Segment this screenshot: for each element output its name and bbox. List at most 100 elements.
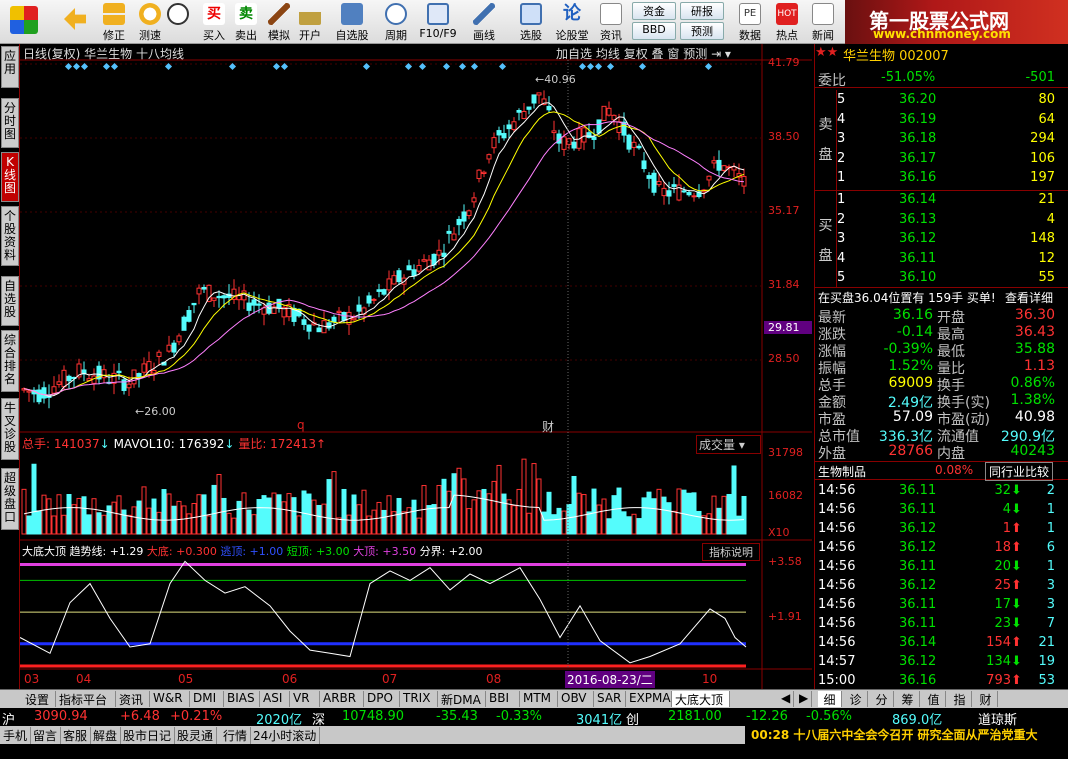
news-ticker[interactable]: 00:28 十八届六中全会今召开 研究全面从严治党重大 (745, 726, 1068, 744)
sell-icon: 卖 (235, 3, 257, 25)
status-item[interactable]: 手机 (0, 727, 32, 744)
tab-kline[interactable]: K线图 (1, 152, 19, 202)
volume-bar (66, 494, 72, 535)
indicator-tab[interactable]: 资讯 (116, 691, 150, 707)
buy-level-row[interactable]: 3 36.12 148 (815, 230, 1068, 249)
overlay-button[interactable]: 叠 (652, 47, 664, 61)
sell-level-row[interactable]: 2 36.17 106 (815, 150, 1068, 169)
detail-tab[interactable]: 财 (974, 691, 998, 707)
clock-button[interactable] (160, 0, 196, 44)
period-button[interactable]: 周期 (376, 0, 416, 44)
indicator-tab[interactable]: MTM (520, 691, 558, 707)
indicator-tab[interactable]: ARBR (320, 691, 364, 707)
indicator-tab[interactable]: 大底大顶 (672, 691, 730, 707)
buy-level-row[interactable]: 1 36.14 21 (815, 191, 1068, 210)
indicator-tab[interactable]: DMI (190, 691, 224, 707)
volume-dropdown[interactable]: 成交量 ▾ (696, 435, 761, 454)
buy-level-row[interactable]: 5 36.10 55 (815, 269, 1068, 288)
detail-tab[interactable]: 筹 (896, 691, 920, 707)
indicator-tab[interactable]: 新DMA (438, 691, 486, 707)
chart-area[interactable]: 日线(复权) 华兰生物 十八均线 加自选 均线 复权 叠 窗 预测 ⇥ ▾ 41… (20, 44, 812, 689)
candle-body (216, 295, 222, 299)
tab-watchlist[interactable]: 自选股 (1, 276, 19, 326)
tab-stock-info[interactable]: 个股资料 (1, 206, 19, 266)
adjust-button[interactable]: 复权 (624, 47, 648, 61)
volume-bar (431, 504, 437, 535)
event-marker-fin[interactable]: 财 (542, 418, 554, 435)
scroll-right-icon[interactable]: ▶ (796, 691, 812, 707)
select-stock-button[interactable]: 选股 (510, 0, 552, 44)
watchlist-button[interactable]: 自选股 (332, 0, 372, 44)
buy-button[interactable]: 买 买入 (200, 0, 228, 44)
sell-level-row[interactable]: 5 36.20 80 (815, 91, 1068, 110)
indicator-tab[interactable]: BBI (486, 691, 520, 707)
ma20-line (23, 121, 745, 396)
status-item[interactable]: 解盘 (90, 727, 122, 744)
status-item[interactable]: 股灵通 (174, 727, 218, 744)
tab-diagnosis[interactable]: 牛叉诊股 (1, 398, 19, 460)
draw-button[interactable]: 画线 (464, 0, 504, 44)
order-notice[interactable]: 在买盘36.04位置有 159手 买单! 查看详细 (815, 287, 1068, 306)
f10-button[interactable]: F10/F9 (418, 0, 458, 44)
report-button[interactable]: 研报 (680, 2, 724, 20)
tab-timeshare[interactable]: 分时图 (1, 98, 19, 148)
candle-body (386, 278, 392, 291)
sell-level-row[interactable]: 3 36.18 294 (815, 130, 1068, 149)
indicator-tab[interactable]: ASI (260, 691, 290, 707)
sell-button[interactable]: 卖 卖出 (232, 0, 260, 44)
buy-level-row[interactable]: 2 36.13 4 (815, 211, 1068, 230)
hot-button[interactable]: HOT 热点 (770, 0, 804, 44)
detail-tab[interactable]: 值 (922, 691, 946, 707)
detail-tab[interactable]: 分 (870, 691, 894, 707)
sell-level-row[interactable]: 4 36.19 64 (815, 111, 1068, 130)
date-axis-label: 08 (486, 672, 502, 686)
forum-button[interactable]: 论 论股堂 (552, 0, 592, 44)
volume-bar (596, 504, 602, 535)
open-account-button[interactable]: 开户 (296, 0, 324, 44)
detail-tab[interactable]: 指 (948, 691, 972, 707)
tab-apps[interactable]: 应用 (1, 46, 19, 88)
indicator-tab[interactable]: 指标平台 (56, 691, 116, 707)
indicator-tab[interactable]: VR (290, 691, 320, 707)
indicator-tab[interactable]: W&R (150, 691, 190, 707)
ma-button[interactable]: 均线 (596, 47, 620, 61)
status-item[interactable]: 客服 (60, 727, 92, 744)
detail-tab[interactable]: 细 (818, 691, 842, 707)
indicator-tab[interactable]: BIAS (224, 691, 260, 707)
fund-button[interactable]: 资金 (632, 2, 676, 20)
news-button[interactable]: 新闻 (806, 0, 840, 44)
brand-url: www.chnmoney.com (873, 27, 1011, 41)
data-button[interactable]: PE 数据 (734, 0, 766, 44)
indicator-tab[interactable]: 设置 (22, 691, 56, 707)
info-button[interactable]: 资讯 (594, 0, 628, 44)
indicator-help-button[interactable]: 指标说明 (702, 543, 760, 561)
forecast-button[interactable]: 预测 (680, 22, 724, 40)
buy-level-row[interactable]: 4 36.11 12 (815, 250, 1068, 269)
indicator-tab[interactable]: EXPMA (626, 691, 672, 707)
detail-tab[interactable]: 诊 (844, 691, 868, 707)
window-button[interactable]: 窗 (667, 47, 679, 61)
sell-level-row[interactable]: 1 36.16 197 (815, 169, 1068, 188)
indicator-tab[interactable]: OBV (558, 691, 594, 707)
scroll-left-icon[interactable]: ◀ (778, 691, 794, 707)
volume-bar (186, 513, 192, 535)
status-item[interactable]: 24小时滚动 (250, 727, 321, 744)
back-button[interactable] (58, 0, 92, 44)
indicator-tab[interactable]: DPO (364, 691, 400, 707)
status-item[interactable]: 留言 (30, 727, 62, 744)
indicator-tab[interactable]: TRIX (400, 691, 438, 707)
volume-bar (111, 501, 117, 535)
tab-ranking[interactable]: 综合排名 (1, 330, 19, 392)
status-item[interactable]: 股市日记 (120, 727, 176, 744)
add-watchlist-button[interactable]: 加自选 (556, 47, 592, 61)
fix-button[interactable]: 修正 (96, 0, 132, 44)
predict-button[interactable]: 预测 (683, 47, 707, 61)
indicator-tab[interactable]: SAR (594, 691, 626, 707)
tab-super-board[interactable]: 超级盘口 (1, 468, 19, 530)
expand-icon[interactable]: ⇥ ▾ (711, 47, 731, 61)
status-item[interactable]: 行情 (220, 727, 252, 744)
event-marker-q[interactable]: q (297, 418, 305, 432)
sector-compare-button[interactable]: 同行业比较 (985, 462, 1054, 481)
simulate-button[interactable]: 模拟 (264, 0, 294, 44)
bbd-button[interactable]: BBD (632, 22, 676, 40)
